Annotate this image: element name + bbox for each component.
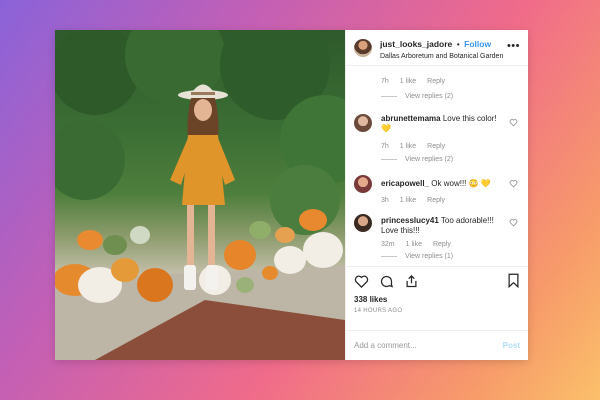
view-replies-label: View replies (2) — [405, 155, 454, 163]
comment-body: ericapowell_ Ok wow!!! 😳 💛 — [381, 175, 506, 193]
view-replies-button[interactable]: View replies (1) — [381, 253, 520, 260]
comment-likes[interactable]: 1 like — [400, 143, 416, 150]
like-comment-heart-icon[interactable] — [509, 179, 518, 188]
comment-row: ericapowell_ Ok wow!!! 😳 💛 — [354, 174, 520, 193]
heart-icon[interactable] — [354, 274, 369, 289]
comment-likes[interactable]: 1 like — [406, 241, 422, 248]
comment-row: abrunettemama Love this color! 💛 — [354, 114, 520, 135]
bookmark-icon[interactable] — [507, 273, 520, 288]
divider-line — [381, 96, 397, 97]
commenter-username[interactable]: princesslucy41 — [381, 216, 439, 225]
comment-time: 3h — [381, 196, 389, 204]
author-username[interactable]: just_looks_jadore — [380, 39, 452, 49]
comments-list: 7h 1 like Reply View replies (2) abrunet… — [346, 66, 528, 266]
comment-time: 7h — [381, 78, 389, 85]
comment-row: princesslucy41 Too adorable!!! Love this… — [354, 213, 520, 237]
reply-button[interactable]: Reply — [427, 78, 445, 85]
commenter-avatar[interactable] — [354, 114, 372, 132]
comment-time: 7h — [381, 142, 389, 150]
comment-meta: 32m 1 like Reply — [381, 241, 520, 248]
comment-body: abrunettemama Love this color! 💛 — [381, 114, 506, 135]
divider-line — [381, 255, 397, 257]
post-sidebar: just_looks_jadore • Follow Dallas Arbore… — [345, 30, 528, 360]
view-replies-button[interactable]: View replies (2) — [381, 156, 520, 163]
comment-item: ericapowell_ Ok wow!!! 😳 💛 3h 1 like Rep… — [354, 174, 520, 204]
comment-icon[interactable] — [379, 274, 394, 289]
commenter-avatar[interactable] — [354, 174, 372, 193]
likes-count[interactable]: 338 likes — [354, 295, 520, 304]
comment-text: Ok wow!!! 😳 💛 — [431, 178, 491, 188]
separator-dot: • — [456, 39, 460, 50]
reply-button[interactable]: Reply — [427, 197, 445, 204]
view-replies-button[interactable]: View replies (2) — [381, 93, 520, 100]
commenter-username[interactable]: abrunettemama — [381, 114, 441, 123]
more-horizontal-icon[interactable]: ••• — [507, 40, 520, 52]
view-replies-label: View replies (1) — [405, 252, 454, 260]
reply-button[interactable]: Reply — [433, 241, 451, 248]
commenter-username[interactable]: ericapowell_ — [381, 179, 429, 188]
post-header: just_looks_jadore • Follow Dallas Arbore… — [346, 30, 528, 66]
follow-button[interactable]: Follow — [464, 39, 491, 49]
comment-likes[interactable]: 1 like — [400, 78, 416, 85]
like-comment-heart-icon[interactable] — [509, 218, 518, 227]
comment-time: 32m — [381, 240, 395, 248]
comment-meta: 7h 1 like Reply — [381, 78, 520, 85]
comment-item: abrunettemama Love this color! 💛 7h 1 li… — [354, 114, 520, 163]
author-info: just_looks_jadore • Follow Dallas Arbore… — [380, 33, 503, 62]
view-replies-label: View replies (2) — [405, 93, 454, 100]
like-comment-heart-icon[interactable] — [509, 118, 518, 127]
commenter-avatar[interactable] — [354, 213, 372, 232]
author-avatar[interactable] — [354, 38, 372, 57]
post-comment-button[interactable]: Post — [503, 341, 520, 350]
comment-item: princesslucy41 Too adorable!!! Love this… — [354, 213, 520, 260]
post-photo[interactable] — [55, 30, 345, 360]
instagram-post: just_looks_jadore • Follow Dallas Arbore… — [55, 30, 528, 360]
comment-likes[interactable]: 1 like — [400, 197, 416, 204]
photo-illustration — [55, 30, 345, 360]
comment-meta: 7h 1 like Reply — [381, 143, 520, 150]
post-actions: 338 likes 14 HOURS AGO — [346, 266, 528, 330]
comment-item: 7h 1 like Reply View replies (2) — [354, 78, 520, 100]
reply-button[interactable]: Reply — [427, 143, 445, 150]
divider-line — [381, 158, 397, 160]
action-icons — [354, 273, 520, 289]
add-comment-input[interactable] — [354, 341, 474, 350]
share-icon[interactable] — [404, 274, 419, 289]
comment-meta: 3h 1 like Reply — [381, 197, 520, 204]
post-timestamp: 14 HOURS AGO — [354, 308, 403, 314]
location-link[interactable]: Dallas Arboretum and Botanical Garden — [380, 53, 503, 62]
add-comment-bar: Post — [346, 330, 528, 360]
comment-body: princesslucy41 Too adorable!!! Love this… — [381, 214, 506, 237]
